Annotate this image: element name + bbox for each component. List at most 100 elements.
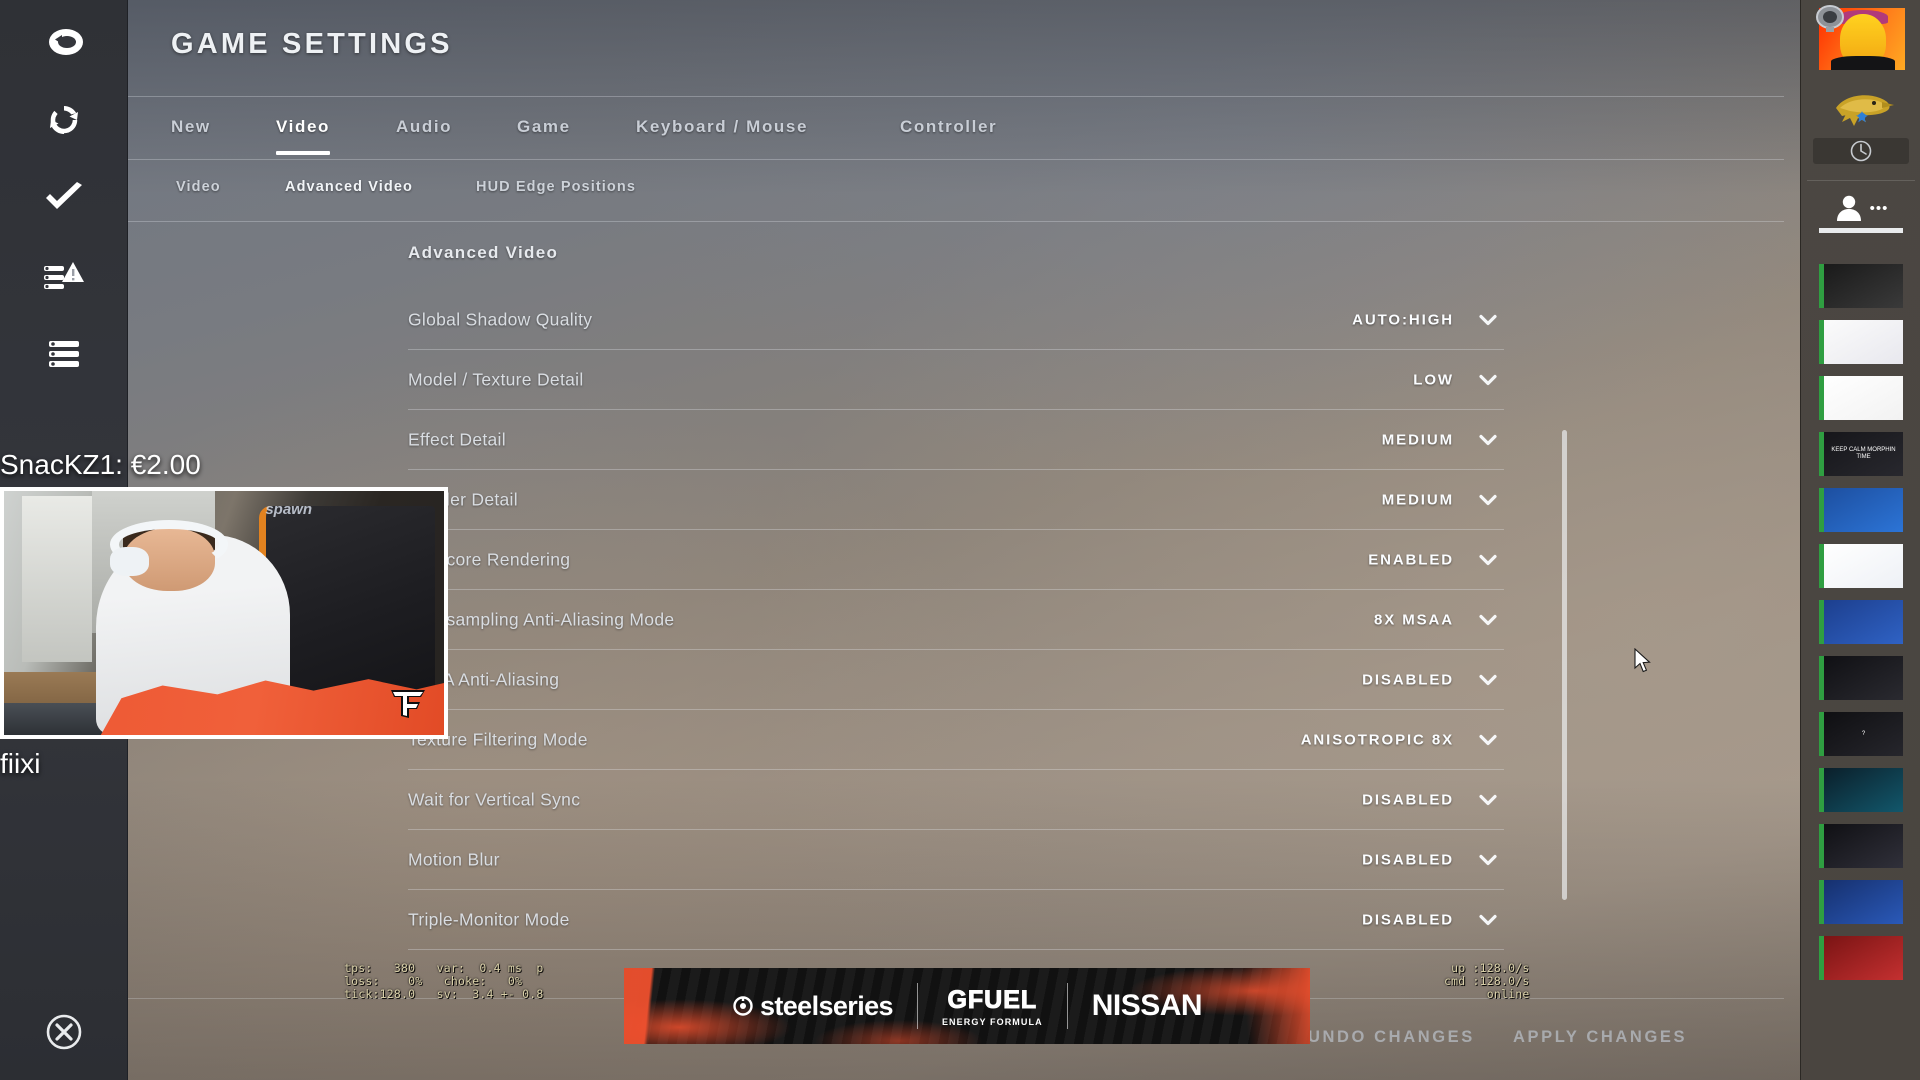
- avatar-shirt: [1831, 56, 1895, 70]
- red-thumb[interactable]: [1819, 936, 1903, 980]
- sponsor-banner: steelseries GFUEL ENERGY FORMULA NISSAN: [624, 968, 1310, 1044]
- gorilla-thumb[interactable]: [1819, 264, 1903, 308]
- gfuel-label: GFUEL: [947, 985, 1038, 1014]
- question-thumb[interactable]: ?: [1819, 712, 1903, 756]
- setting-label: Effect Detail: [408, 429, 506, 450]
- setting-value: DISABLED: [1362, 851, 1454, 869]
- sponsor-divider-1: [916, 983, 918, 1029]
- setting-row[interactable]: Triple-Monitor Mode DISABLED: [128, 890, 1784, 950]
- setting-value: LOW: [1413, 371, 1454, 389]
- setting-value: DISABLED: [1362, 911, 1454, 929]
- streamer-name: fiixi: [0, 748, 41, 779]
- teal-logo-thumb[interactable]: [1819, 768, 1903, 812]
- chevron-down-icon[interactable]: [1477, 489, 1499, 511]
- check-icon[interactable]: [34, 168, 94, 228]
- sponsor-steelseries: steelseries: [732, 990, 894, 1022]
- headset-cup: [109, 547, 150, 577]
- undo-changes-button[interactable]: UNDO CHANGES: [1308, 1028, 1475, 1047]
- setting-row[interactable]: Effect Detail MEDIUM: [128, 410, 1784, 470]
- tab-new[interactable]: New: [171, 117, 211, 137]
- mouse-cursor: [1634, 647, 1654, 674]
- chevron-down-icon[interactable]: [1477, 369, 1499, 391]
- thumbnail-label: ?: [1861, 730, 1866, 737]
- subtab-video[interactable]: Video: [176, 179, 221, 195]
- setting-value: DISABLED: [1362, 671, 1454, 689]
- setting-row[interactable]: Model / Texture Detail LOW: [128, 350, 1784, 410]
- rail-divider: [1807, 180, 1915, 181]
- person-more-label: •••: [1869, 199, 1889, 217]
- gl-thumb[interactable]: [1819, 600, 1903, 644]
- chevron-down-icon[interactable]: [1477, 429, 1499, 451]
- play-icon[interactable]: [1819, 389, 1823, 407]
- setting-value: AUTO:HIGH: [1352, 311, 1454, 329]
- setting-row[interactable]: Motion Blur DISABLED: [128, 830, 1784, 890]
- divider-subtabs: [128, 221, 1784, 222]
- spawn-watermark: spawn: [265, 500, 312, 518]
- chevron-down-icon[interactable]: [1477, 849, 1499, 871]
- undo-icon[interactable]: [34, 12, 94, 72]
- tab-keyboard-mouse[interactable]: Keyboard / Mouse: [636, 117, 808, 137]
- settings-subtabs: Video Advanced Video HUD Edge Positions: [128, 160, 1784, 222]
- play-icon[interactable]: [1819, 669, 1823, 687]
- setting-label: Global Shadow Quality: [408, 309, 593, 330]
- envyus-thumb[interactable]: [1819, 488, 1903, 532]
- gl2-thumb[interactable]: [1819, 880, 1903, 924]
- sponsor-divider-2: [1066, 983, 1068, 1029]
- steelseries-label: steelseries: [759, 990, 894, 1021]
- keep-calm-thumb[interactable]: KEEP CALM MORPHIN TIME: [1819, 432, 1903, 476]
- tab-audio[interactable]: Audio: [396, 117, 452, 137]
- faze-logo-icon: [386, 683, 430, 723]
- list-alert-icon[interactable]: [34, 246, 94, 306]
- webcam-badge-icon: [1811, 2, 1849, 36]
- netgraph-right: up :128.0/s cmd :128.0/s online: [1444, 961, 1530, 1001]
- donation-alert-text: SnacKZ1: €2.00: [0, 449, 201, 480]
- gfuel-sub-label: ENERGY FORMULA: [941, 1016, 1043, 1027]
- tab-label: Controller: [900, 117, 998, 136]
- tab-label: Video: [276, 117, 330, 136]
- subtab-hud-edge-positions[interactable]: HUD Edge Positions: [476, 179, 636, 195]
- tab-game[interactable]: Game: [517, 117, 571, 137]
- sponsor-nissan: NISSAN: [1092, 989, 1203, 1023]
- tab-label: New: [171, 117, 211, 136]
- panther-thumb[interactable]: [1819, 656, 1903, 700]
- person-icon[interactable]: •••: [1801, 188, 1920, 228]
- page-title: GAME SETTINGS: [171, 28, 453, 60]
- tab-active-underline: [276, 151, 330, 155]
- apply-changes-button[interactable]: APPLY CHANGES: [1513, 1028, 1687, 1047]
- chevron-down-icon[interactable]: [1477, 789, 1499, 811]
- settings-scrollbar[interactable]: [1562, 430, 1567, 900]
- eagle-rank-icon: [1821, 84, 1903, 132]
- setting-label: Triple-Monitor Mode: [408, 909, 570, 930]
- netgraph-left: tps: 380 var: 0.4 ms p loss: 0% choke: 0…: [344, 961, 544, 1001]
- sponsor-gfuel: GFUEL ENERGY FORMULA: [941, 985, 1043, 1027]
- chevron-down-icon[interactable]: [1477, 669, 1499, 691]
- right-stream-sidebar: ••• KEEP CALM MORPHIN TIME?: [1800, 0, 1920, 1080]
- webcam-scene: spawn: [4, 491, 444, 735]
- clock-logo-thumb[interactable]: [1819, 824, 1903, 868]
- tab-controller[interactable]: Controller: [900, 117, 997, 137]
- purple-logo-thumb[interactable]: [1819, 320, 1903, 364]
- settings-title-bar: GAME SETTINGS: [128, 0, 1784, 96]
- sync-icon[interactable]: [34, 90, 94, 150]
- subtab-advanced-video[interactable]: Advanced Video: [285, 179, 413, 195]
- chevron-down-icon[interactable]: [1477, 729, 1499, 751]
- setting-row[interactable]: Global Shadow Quality AUTO:HIGH: [128, 290, 1784, 350]
- clock-icon[interactable]: [1813, 138, 1909, 164]
- chevron-down-icon[interactable]: [1477, 309, 1499, 331]
- tab-label: Audio: [396, 117, 453, 136]
- thumbnail-label: KEEP CALM MORPHIN TIME: [1831, 447, 1896, 460]
- red-star-club-thumb[interactable]: [1819, 376, 1903, 420]
- og-thumb[interactable]: [1819, 544, 1903, 588]
- setting-label: Model / Texture Detail: [408, 369, 584, 390]
- setting-value: DISABLED: [1362, 791, 1454, 809]
- close-icon[interactable]: [34, 1002, 94, 1062]
- chevron-down-icon[interactable]: [1477, 609, 1499, 631]
- setting-row[interactable]: Wait for Vertical Sync DISABLED: [128, 770, 1784, 830]
- list-icon[interactable]: [34, 324, 94, 384]
- tab-label: Keyboard / Mouse: [636, 117, 809, 136]
- chevron-down-icon[interactable]: [1477, 549, 1499, 571]
- tab-video[interactable]: Video: [276, 117, 330, 155]
- webcam-door: [21, 495, 92, 662]
- webcam-overlay[interactable]: spawn: [0, 487, 448, 739]
- chevron-down-icon[interactable]: [1477, 909, 1499, 931]
